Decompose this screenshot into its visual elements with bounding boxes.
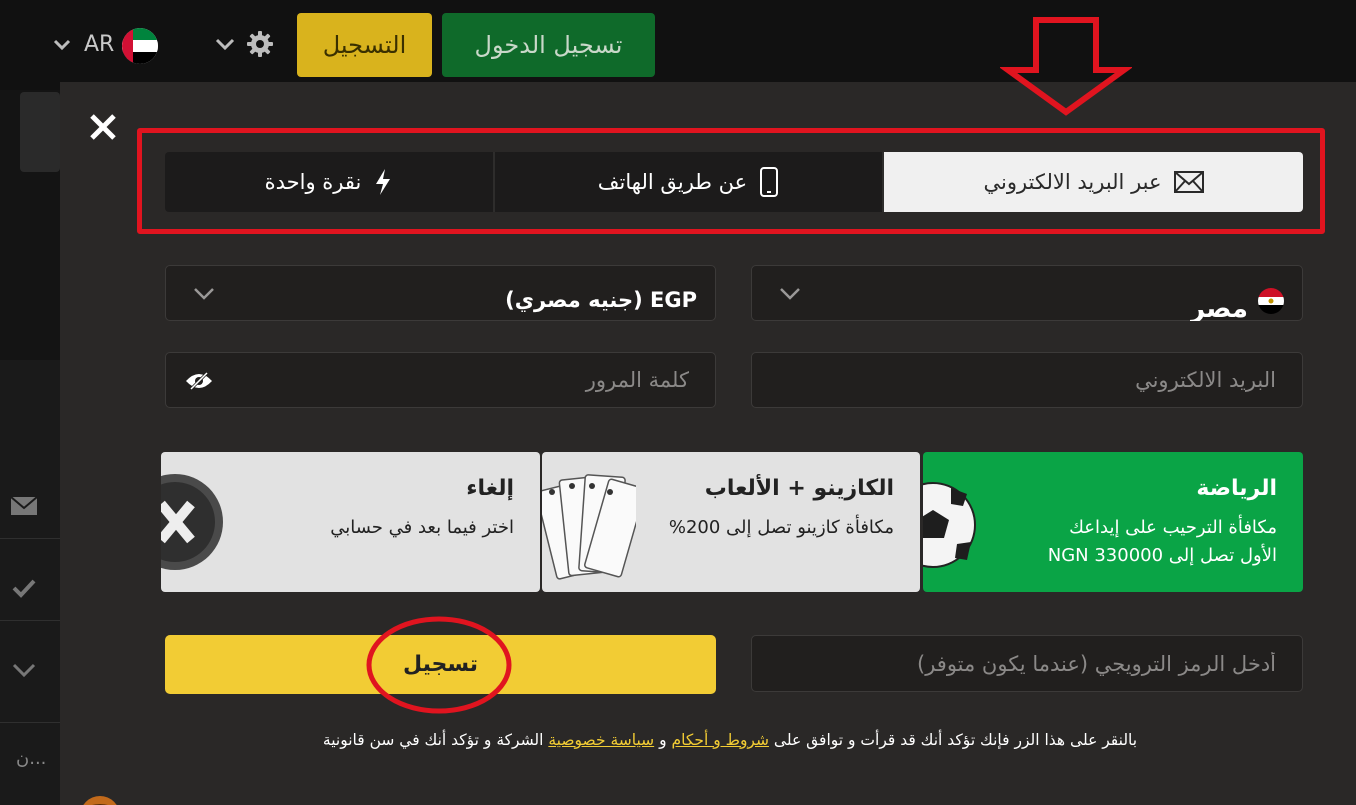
terms-after: الشركة و تؤكد أنك في سن قانونية [322, 731, 549, 749]
settings-chevron-down-icon[interactable] [214, 36, 236, 52]
password-field-wrapper [165, 352, 716, 408]
egypt-flag-icon [1258, 288, 1284, 314]
email-field[interactable] [752, 353, 1302, 407]
tab-label: نقرة واحدة [264, 170, 362, 194]
bonus-card-sports[interactable]: الرياضة مكافأة الترحيب على إيداعك الأول … [923, 452, 1303, 592]
terms-middle: و [654, 731, 672, 749]
password-field[interactable] [166, 353, 715, 407]
bonus-card-cancel[interactable]: إلغاء اختر فيما بعد في حسابي [161, 452, 540, 592]
chevron-down-icon [780, 288, 800, 300]
bonus-title: الكازينو + الألعاب [704, 476, 894, 501]
bonus-description: مكافأة كازينو تصل إلى 200% [668, 517, 894, 538]
terms-link[interactable]: شروط و أحكام [672, 731, 769, 749]
uae-flag-icon[interactable] [122, 28, 158, 64]
chevron-down-icon [12, 663, 36, 678]
bonus-description: مكافأة الترحيب على إيداعك الأول تصل إلى … [1047, 517, 1277, 566]
envelope-icon [1173, 171, 1204, 193]
background-truncated-text: ن... [16, 748, 47, 769]
chevron-down-icon [194, 288, 214, 300]
country-value: مصر [1190, 294, 1248, 321]
envelope-icon [10, 496, 38, 515]
currency-value: EGP (جنيه مصري) [505, 288, 697, 312]
tab-phone[interactable]: عن طريق الهاتف [493, 152, 884, 212]
eye-slash-icon[interactable] [184, 371, 214, 391]
bonus-title: الرياضة [1196, 476, 1277, 501]
currency-select[interactable]: EGP (جنيه مصري) [165, 265, 716, 321]
close-icon[interactable] [88, 112, 118, 142]
register-top-button[interactable]: التسجيل [297, 13, 432, 77]
phone-icon [760, 167, 779, 197]
bonus-description: اختر فيما بعد في حسابي [330, 517, 514, 538]
terms-text: بالنقر على هذا الزر فإنك تؤكد أنك قد قرأ… [270, 728, 1190, 752]
bonus-card-casino[interactable]: الكازينو + الألعاب مكافأة كازينو تصل إلى… [542, 452, 920, 592]
promo-code-input[interactable] [752, 636, 1302, 691]
soccer-ball-icon [923, 482, 976, 568]
playing-cards-icon [542, 474, 636, 580]
bonus-title: إلغاء [466, 476, 514, 501]
divider [0, 620, 62, 621]
divider [0, 538, 62, 539]
basketball-icon [83, 796, 117, 805]
privacy-link[interactable]: سياسة خصوصية [548, 731, 654, 749]
language-label[interactable]: AR [84, 32, 114, 57]
terms-before: بالنقر على هذا الزر فإنك تؤكد أنك قد قرأ… [768, 731, 1138, 749]
registration-method-tabs: نقرة واحدة عن طريق الهاتف عبر البريد الا… [165, 152, 1303, 212]
register-button[interactable]: تسجيل [165, 635, 716, 694]
language-chevron-down-icon[interactable] [52, 38, 72, 52]
tab-label: عبر البريد الالكتروني [983, 170, 1162, 194]
tab-label: عن طريق الهاتف [597, 170, 748, 194]
login-button[interactable]: تسجيل الدخول [442, 13, 655, 77]
country-select[interactable]: مصر [751, 265, 1303, 321]
check-icon [12, 579, 36, 598]
close-circle-icon [161, 474, 223, 570]
background-panel [20, 92, 60, 172]
promo-field-wrapper [751, 635, 1303, 692]
tab-one-click[interactable]: نقرة واحدة [165, 152, 493, 212]
tab-email[interactable]: عبر البريد الالكتروني [884, 152, 1303, 212]
divider [0, 722, 62, 723]
lightning-icon [376, 169, 391, 195]
top-bar: تسجيل الدخول التسجيل AR [0, 0, 1356, 90]
gear-icon[interactable] [246, 30, 274, 58]
email-field-wrapper [751, 352, 1303, 408]
background-sidebar [0, 360, 62, 805]
